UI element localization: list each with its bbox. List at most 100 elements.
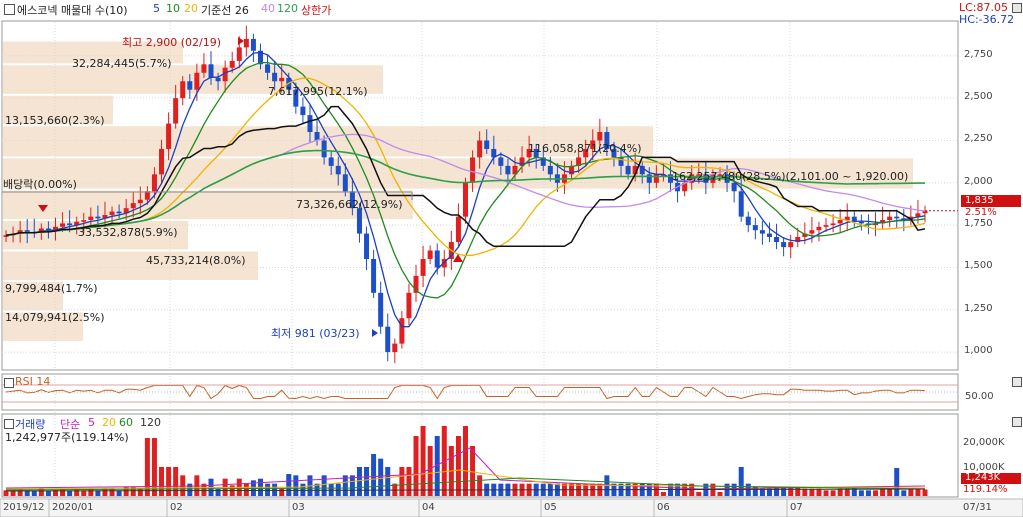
high-annotation: 최고 2,900 (02/19) (122, 36, 222, 49)
candle-body (498, 157, 504, 166)
volume-bar (795, 487, 801, 496)
candle-body (279, 77, 285, 82)
volume-bar (265, 483, 271, 496)
candle-body (342, 174, 348, 192)
volume-bar (137, 488, 143, 496)
candle-body (229, 60, 235, 68)
candle-body (745, 216, 751, 226)
x-axis-tick: 07/31 (963, 502, 992, 513)
vp-label-2: 7,617,995(12.1%) (268, 85, 368, 98)
rsi-checkbox[interactable] (4, 378, 14, 388)
candle-body (392, 343, 398, 353)
candle-body (752, 225, 758, 231)
volume-panel-close-button[interactable] (1012, 417, 1022, 427)
candle-body (484, 140, 490, 149)
price-axis-tick: 2,750 (964, 48, 993, 60)
volume-ma-legend-item[interactable]: 60 (119, 416, 133, 429)
volume-bar (272, 483, 278, 496)
volume-bar (364, 467, 370, 496)
hc-label: HC:-36.72 (959, 13, 1015, 26)
ma-legend-item[interactable]: 120 (277, 2, 298, 15)
volume-bar (738, 467, 744, 496)
candle-body (463, 182, 468, 217)
volume-bar (144, 438, 150, 496)
volume-bar (470, 446, 476, 496)
price-axis-tick: 1,250 (964, 302, 993, 314)
ma-legend-item[interactable]: 10 (166, 2, 180, 15)
price-axis-tick: 1,750 (964, 218, 993, 230)
volume-bar (696, 492, 702, 496)
volume-bar (830, 490, 836, 496)
volume-current: 1,242,977주(119.14%) (5, 431, 129, 444)
volume-ma-legend-item[interactable]: 20 (102, 416, 116, 429)
rsi-panel-close-button[interactable] (1012, 377, 1022, 387)
ma-legend-item[interactable]: 5 (153, 2, 160, 15)
vp-label-9: 9,799,484(1.7%) (5, 282, 98, 295)
candle-body (894, 216, 900, 219)
ma-legend-item[interactable]: 기준선 26 (201, 2, 249, 18)
vp-label-4: 116,058,871(20.4%) (528, 142, 642, 155)
price-axis-tick: 2,250 (964, 133, 993, 145)
ma-legend-item[interactable]: 20 (184, 2, 198, 15)
volume-bar (809, 488, 815, 496)
volume-bar (399, 467, 405, 496)
x-axis-tick: 02 (170, 502, 183, 513)
stock-chart-window: 에스코넥 매물대 수(10) 5 10 20 기준선 26 40 120 상한가 LC:87… (0, 0, 1023, 517)
volume-bar (286, 474, 292, 496)
vp-label-8: 45,733,214(8.0%) (146, 254, 246, 267)
candle-body (823, 225, 829, 227)
ma-legend-item[interactable]: 상한가 (301, 2, 331, 18)
candle-body (272, 72, 278, 82)
volume-bar (717, 492, 723, 496)
volume-bar (45, 491, 51, 496)
volume-bar (873, 490, 879, 496)
candle-body (738, 191, 744, 217)
candle-body (505, 165, 511, 175)
ma-legend-item[interactable]: 40 (261, 2, 275, 15)
volume-bar (279, 488, 285, 496)
candle-body (116, 211, 122, 214)
volume-ma-legend-item[interactable]: 5 (88, 416, 95, 429)
rsi-axis-50: 50.00 (965, 391, 994, 402)
candle-body (477, 140, 483, 158)
volume-bar (901, 490, 907, 496)
candle-body (781, 242, 787, 248)
volume-bar (823, 490, 829, 496)
volume-bar (321, 475, 327, 496)
rsi-label: RSI 14 (15, 375, 51, 388)
candle-body (307, 115, 313, 133)
volume-axis-20k: 20,000K (963, 437, 1005, 448)
price-panel-close-button[interactable] (1012, 3, 1022, 13)
price-axis-tick: 1,500 (964, 260, 993, 272)
volume-bar (788, 487, 794, 496)
candle-body (81, 220, 87, 222)
title-checkbox[interactable] (4, 4, 15, 15)
candle-body (243, 38, 249, 48)
vp-label-6: 73,326,662(12.9%) (296, 198, 403, 211)
vp-label-7: 33,532,878(5.9%) (78, 226, 178, 239)
volume-bar (151, 438, 157, 496)
candle-body (774, 236, 780, 243)
candle-body (300, 106, 306, 116)
price-axis-tick: 2,500 (964, 91, 993, 103)
volume-bar (837, 488, 843, 496)
volume-bar (427, 446, 433, 496)
candle-body (187, 81, 193, 90)
volume-bar (894, 468, 900, 496)
volume-bar (865, 490, 871, 496)
candle-body (130, 203, 136, 209)
volume-bar (385, 467, 391, 496)
candle-body (144, 191, 150, 200)
volume-bar (166, 467, 172, 496)
candle-body (830, 223, 836, 226)
x-axis-tick: 05 (544, 502, 557, 513)
candle-body (816, 226, 822, 231)
candle-body (427, 250, 433, 259)
vp-label-1: 32,284,445(5.7%) (72, 57, 172, 70)
volume-bar (908, 488, 914, 496)
volume-ma-legend-item[interactable]: 120 (140, 416, 161, 429)
volume-bar (660, 492, 666, 496)
volume-checkbox[interactable] (4, 419, 14, 429)
candle-body (88, 216, 94, 221)
volume-bar (915, 488, 921, 496)
